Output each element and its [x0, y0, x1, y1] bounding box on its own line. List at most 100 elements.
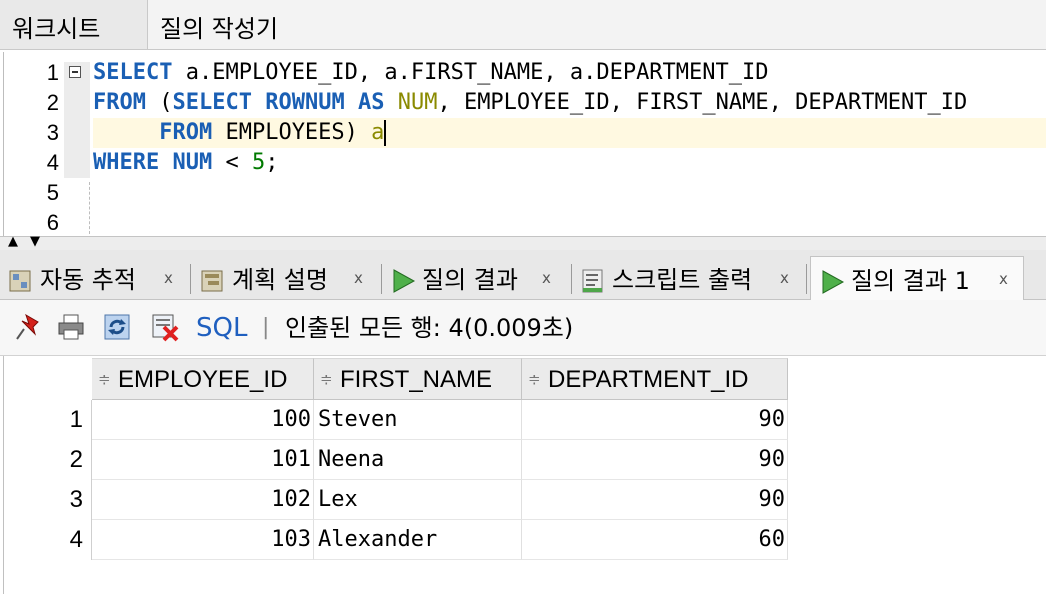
line-number-gutter: 1 2 3 4 5 6	[4, 52, 64, 236]
column-header-label: FIRST_NAME	[340, 366, 493, 393]
fold-collapse-icon[interactable]	[69, 66, 81, 78]
cell-department-id[interactable]: 90	[522, 480, 788, 520]
sql-keyword: NUM	[172, 150, 213, 175]
tab-explain-plan[interactable]: 계획 설명 x	[192, 256, 378, 300]
run-icon	[393, 269, 416, 293]
autotrace-icon	[9, 270, 31, 292]
tab-label: 계획 설명	[232, 266, 328, 294]
pane-splitter[interactable]: ▲ ▼	[0, 234, 1046, 250]
sql-editor[interactable]: 1 2 3 4 5 6 SELECT a.EMPLOYEE_ID, a.FIRS…	[3, 52, 1046, 236]
tab-label: 질의 결과 1	[851, 267, 970, 295]
tab-script-output[interactable]: 스크립트 출력 x	[572, 256, 804, 300]
column-header-label: DEPARTMENT_ID	[548, 366, 749, 393]
script-output-icon	[582, 269, 603, 293]
delete-icon[interactable]	[150, 312, 180, 342]
column-header-department-id[interactable]: ≑ DEPARTMENT_ID	[522, 358, 788, 400]
column-header-employee-id[interactable]: ≑ EMPLOYEE_ID	[92, 358, 314, 400]
close-icon[interactable]: x	[780, 256, 789, 300]
sql-keyword: AS	[357, 90, 385, 115]
sort-icon[interactable]: ≑	[320, 359, 333, 401]
sql-keyword: FROM	[159, 120, 213, 145]
column-header-first-name[interactable]: ≑ FIRST_NAME	[314, 358, 522, 400]
result-toolbar: SQL | 인출된 모든 행: 4(0.009초)	[0, 300, 1046, 356]
explain-plan-icon	[201, 270, 223, 292]
splitter-up-icon[interactable]: ▲	[8, 234, 18, 250]
sql-keyword: SELECT	[93, 60, 173, 85]
fold-guide	[89, 182, 90, 234]
code-line-2[interactable]: FROM (SELECT ROWNUM AS NUM, EMPLOYEE_ID,…	[93, 88, 967, 118]
tab-query-result-1[interactable]: 질의 결과 1 x	[810, 256, 1024, 300]
cell-first-name[interactable]: Alexander	[314, 520, 522, 560]
tab-worksheet[interactable]: 워크시트	[0, 0, 148, 49]
line-number: 2	[46, 90, 59, 115]
sql-button[interactable]: SQL	[196, 310, 247, 346]
cell-first-name[interactable]: Steven	[314, 400, 522, 440]
fetch-status: 인출된 모든 행: 4(0.009초)	[285, 314, 574, 342]
code-line-4[interactable]: WHERE NUM < 5;	[93, 148, 278, 178]
cell-employee-id[interactable]: 101	[92, 440, 314, 480]
text-caret	[384, 120, 387, 146]
tab-label: 자동 추적	[40, 266, 136, 294]
close-icon[interactable]: x	[542, 256, 551, 300]
code-line-1[interactable]: SELECT a.EMPLOYEE_ID, a.FIRST_NAME, a.DE…	[93, 58, 769, 88]
cell-employee-id[interactable]: 100	[92, 400, 314, 440]
splitter-down-icon[interactable]: ▼	[30, 234, 40, 250]
sql-number: 5	[251, 150, 266, 175]
cell-department-id[interactable]: 90	[522, 400, 788, 440]
print-icon[interactable]	[56, 312, 86, 342]
row-number[interactable]: 2	[4, 440, 92, 480]
tab-query-builder[interactable]: 질의 작성기	[148, 0, 291, 49]
close-icon[interactable]: x	[999, 257, 1008, 301]
pin-icon[interactable]	[14, 312, 44, 342]
sql-text: EMPLOYEES)	[212, 120, 372, 145]
sql-text: <	[212, 150, 252, 175]
sql-keyword: FROM	[93, 90, 146, 115]
result-tab-bar: 자동 추적 x 계획 설명 x 질의 결과 x 스크립트 출력 x 질의 결과 …	[0, 250, 1046, 300]
sql-text: (	[145, 90, 173, 115]
line-number: 4	[46, 150, 59, 175]
cell-first-name[interactable]: Neena	[314, 440, 522, 480]
cell-department-id[interactable]: 90	[522, 440, 788, 480]
tab-divider	[190, 264, 191, 294]
tab-autotrace[interactable]: 자동 추적 x	[0, 256, 188, 300]
sql-text: a.EMPLOYEE_ID, a.FIRST_NAME, a.DEPARTMEN…	[172, 60, 769, 85]
close-icon[interactable]: x	[164, 256, 173, 300]
sql-keyword: SELECT	[172, 90, 252, 115]
sql-alias: NUM	[397, 90, 438, 115]
line-number: 6	[46, 210, 59, 235]
cell-employee-id[interactable]: 103	[92, 520, 314, 560]
line-number: 5	[46, 180, 59, 205]
refresh-icon[interactable]	[102, 312, 132, 342]
code-line-3[interactable]: FROM EMPLOYEES) a	[93, 118, 387, 148]
top-tab-bar: 워크시트 질의 작성기	[0, 0, 1046, 50]
line-number: 1	[46, 60, 59, 85]
toolbar-separator: |	[262, 315, 270, 340]
row-number[interactable]: 1	[4, 400, 92, 440]
tab-query-result[interactable]: 질의 결과 x	[382, 256, 568, 300]
close-icon[interactable]: x	[354, 256, 363, 300]
cell-employee-id[interactable]: 102	[92, 480, 314, 520]
row-number[interactable]: 3	[4, 480, 92, 520]
column-header-label: EMPLOYEE_ID	[118, 366, 288, 393]
result-grid[interactable]: ≑ EMPLOYEE_ID ≑ FIRST_NAME ≑ DEPARTMENT_…	[0, 356, 1046, 594]
tab-label: 스크립트 출력	[612, 266, 753, 294]
fold-strip	[64, 62, 90, 178]
sql-keyword: WHERE	[93, 150, 160, 175]
row-number[interactable]: 4	[4, 520, 92, 560]
run-icon	[822, 270, 845, 294]
cell-first-name[interactable]: Lex	[314, 480, 522, 520]
tab-label: 질의 결과	[422, 266, 518, 294]
sort-icon[interactable]: ≑	[98, 359, 111, 401]
line-number: 3	[46, 120, 59, 145]
sql-keyword: ROWNUM	[265, 90, 345, 115]
sort-icon[interactable]: ≑	[528, 359, 541, 401]
cell-department-id[interactable]: 60	[522, 520, 788, 560]
tab-divider	[806, 264, 807, 294]
sql-alias: a	[371, 120, 385, 145]
sql-text: , EMPLOYEE_ID, FIRST_NAME, DEPARTMENT_ID	[437, 90, 968, 115]
